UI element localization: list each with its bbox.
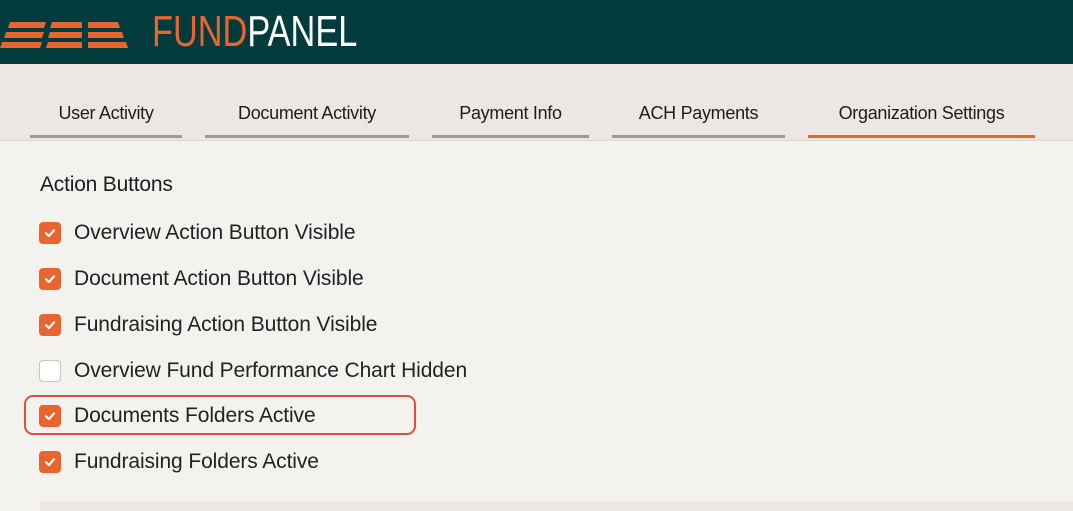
tab-underline [205,135,409,138]
checkbox[interactable] [39,314,61,336]
checkmark-icon [44,275,56,284]
app-header: FUNDPANEL [0,0,1073,64]
checkmark-icon [44,321,56,330]
option-label: Overview Fund Performance Chart Hidden [74,359,468,382]
option-label: Fundraising Folders Active [74,450,319,473]
tab-user-activity[interactable]: User Activity [30,86,182,140]
option-label: Document Action Button Visible [74,267,364,290]
option-overview-fund-performance-chart-hidden[interactable]: Overview Fund Performance Chart Hidden [39,358,467,384]
logo-text-fund: FUND [152,7,248,56]
tab-label: ACH Payments [638,103,759,123]
checkbox[interactable] [39,451,61,473]
option-fundraising-action-button-visible[interactable]: Fundraising Action Button Visible [39,312,377,338]
tab-document-activity[interactable]: Document Activity [205,86,409,140]
option-fundraising-folders-active[interactable]: Fundraising Folders Active [39,449,319,475]
checkbox[interactable] [39,222,61,244]
tab-organization-settings[interactable]: Organization Settings [808,86,1035,140]
checkmark-icon [44,229,56,238]
logo-mark-icon [0,22,128,48]
tab-underline [432,135,589,138]
option-label: Documents Folders Active [74,404,316,427]
tab-underline-active [808,135,1035,138]
checkbox[interactable] [39,360,61,382]
option-documents-folders-active[interactable]: Documents Folders Active [39,403,316,429]
logo-wordmark: FUNDPANEL [152,10,357,54]
tab-label: Organization Settings [838,103,1005,123]
tab-payment-info[interactable]: Payment Info [432,86,589,140]
option-document-action-button-visible[interactable]: Document Action Button Visible [39,266,364,292]
option-label: Overview Action Button Visible [74,221,356,244]
logo-text-panel: PANEL [247,7,358,56]
checkmark-icon [44,458,56,467]
fundpanel-logo[interactable]: FUNDPANEL [0,8,415,56]
tab-label: Payment Info [459,103,562,123]
next-section-panel [40,501,1073,511]
section-title: Action Buttons [40,173,173,196]
tab-ach-payments[interactable]: ACH Payments [612,86,785,140]
settings-content: Action Buttons Overview Action Button Vi… [0,141,1073,511]
checkmark-icon [44,412,56,421]
tab-bar: User Activity Document Activity Payment … [0,64,1073,141]
tab-label: User Activity [58,103,154,123]
tab-underline [30,135,182,138]
option-overview-action-button-visible[interactable]: Overview Action Button Visible [39,220,356,246]
tab-label: Document Activity [238,103,376,123]
checkbox[interactable] [39,268,61,290]
option-label: Fundraising Action Button Visible [74,313,378,336]
checkbox[interactable] [39,405,61,427]
tab-underline [612,135,785,138]
